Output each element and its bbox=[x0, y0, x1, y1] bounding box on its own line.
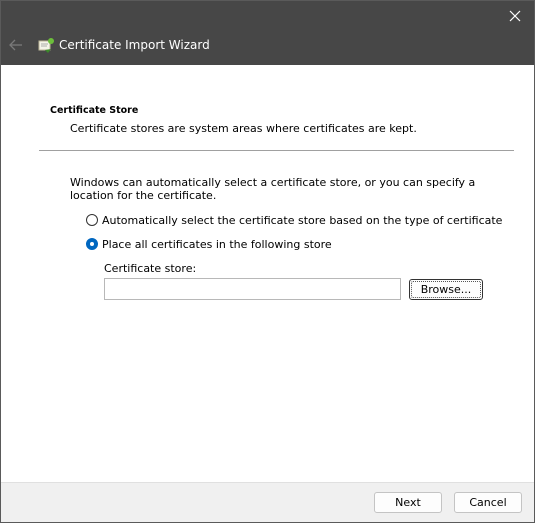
browse-button[interactable]: Browse... bbox=[409, 279, 483, 300]
auto-select-option[interactable]: Automatically select the certificate sto… bbox=[86, 212, 502, 228]
auto-select-radio[interactable] bbox=[86, 214, 98, 226]
window-title: Certificate Import Wizard bbox=[59, 38, 210, 52]
certificate-wizard-icon bbox=[37, 37, 55, 53]
close-icon bbox=[509, 10, 521, 22]
back-arrow-icon bbox=[9, 39, 22, 51]
certificate-store-label: Certificate store: bbox=[104, 262, 197, 275]
certificate-import-wizard-window: Certificate Import Wizard Certificate St… bbox=[0, 0, 535, 523]
wizard-content: Certificate Store Certificate stores are… bbox=[1, 65, 534, 482]
intro-text: Windows can automatically select a certi… bbox=[70, 176, 476, 202]
page-description: Certificate stores are system areas wher… bbox=[70, 122, 417, 135]
auto-select-label: Automatically select the certificate sto… bbox=[102, 213, 503, 227]
title-bar: Certificate Import Wizard bbox=[1, 1, 534, 65]
manual-store-radio[interactable] bbox=[86, 238, 98, 250]
page-heading: Certificate Store bbox=[50, 105, 139, 116]
next-button[interactable]: Next bbox=[374, 492, 442, 513]
cancel-button[interactable]: Cancel bbox=[454, 492, 522, 513]
header-separator bbox=[39, 150, 514, 151]
certificate-store-field[interactable] bbox=[104, 278, 401, 300]
manual-store-option[interactable]: Place all certificates in the following … bbox=[86, 236, 332, 252]
manual-store-label: Place all certificates in the following … bbox=[102, 237, 332, 251]
back-button[interactable] bbox=[7, 36, 25, 54]
wizard-footer: Next Cancel bbox=[1, 482, 534, 522]
close-button[interactable] bbox=[502, 3, 528, 29]
